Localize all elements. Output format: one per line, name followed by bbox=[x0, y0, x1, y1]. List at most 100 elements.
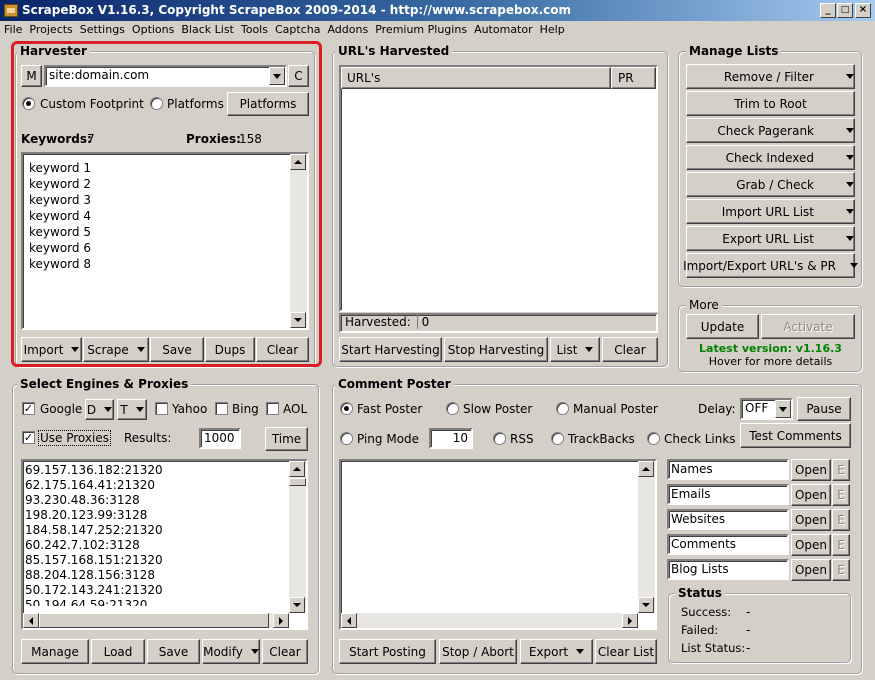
export-button[interactable]: Export bbox=[520, 639, 593, 664]
proxy-line: 93.230.48.36:3128 bbox=[25, 493, 140, 507]
bing-checkbox[interactable] bbox=[215, 402, 228, 415]
scroll-down-icon[interactable] bbox=[289, 597, 305, 613]
fast-poster-label: Fast Poster bbox=[357, 402, 423, 416]
proxies-scroll-thumb[interactable] bbox=[289, 478, 306, 486]
google-label: Google bbox=[40, 402, 83, 416]
remove-filter-label: Remove / Filter bbox=[723, 69, 814, 84]
google-t-dropdown[interactable]: T bbox=[117, 399, 147, 420]
scroll-right-icon[interactable] bbox=[622, 613, 638, 628]
proxies-hscroll-thumb[interactable] bbox=[39, 613, 269, 628]
menu-help[interactable]: Help bbox=[536, 21, 568, 36]
stop-harvesting-button[interactable]: Stop Harvesting bbox=[444, 337, 548, 362]
menu-file[interactable]: File bbox=[0, 21, 25, 36]
scroll-down-icon[interactable] bbox=[638, 597, 654, 613]
scroll-right-icon[interactable] bbox=[273, 613, 289, 628]
comments-open-button[interactable]: Open bbox=[791, 534, 831, 556]
time-button[interactable]: Time bbox=[265, 427, 308, 451]
load-button[interactable]: Load bbox=[91, 639, 145, 664]
export-url-list-button[interactable]: Export URL List bbox=[686, 226, 855, 251]
update-button[interactable]: Update bbox=[686, 314, 759, 339]
list-button[interactable]: List bbox=[550, 337, 600, 362]
proxies-save-button[interactable]: Save bbox=[147, 639, 200, 664]
url-column-header[interactable]: URL's bbox=[341, 67, 611, 89]
emails-edit-button[interactable]: E bbox=[832, 484, 850, 506]
menu-projects[interactable]: Projects bbox=[25, 21, 75, 36]
menu-options[interactable]: Options bbox=[128, 21, 177, 36]
menu-addons[interactable]: Addons bbox=[323, 21, 371, 36]
results-input[interactable]: 1000 bbox=[199, 428, 241, 449]
ping-count-value: 10 bbox=[452, 431, 468, 445]
comments-edit-button[interactable]: E bbox=[832, 534, 850, 556]
urls-clear-button[interactable]: Clear bbox=[602, 337, 658, 362]
slow-poster-radio[interactable] bbox=[446, 402, 459, 415]
close-button[interactable]: × bbox=[855, 3, 871, 18]
manage-button[interactable]: Manage bbox=[21, 639, 89, 664]
activate-button[interactable]: Activate bbox=[761, 314, 855, 339]
trim-to-root-button[interactable]: Trim to Root bbox=[686, 91, 855, 116]
pr-column-header[interactable]: PR bbox=[611, 67, 656, 89]
aol-checkbox[interactable] bbox=[266, 402, 279, 415]
grab-check-button[interactable]: Grab / Check bbox=[686, 172, 855, 197]
proxies-clear-button[interactable]: Clear bbox=[262, 639, 308, 664]
harvested-label: Harvested: bbox=[345, 315, 411, 329]
google-checkbox[interactable]: ✓ bbox=[22, 402, 35, 415]
blog-lists-file-field[interactable]: Blog Lists bbox=[667, 559, 789, 580]
import-export-pr-button[interactable]: Import/Export URL's & PR bbox=[683, 253, 855, 278]
grab-check-label: Grab / Check bbox=[736, 177, 814, 192]
scroll-left-icon[interactable] bbox=[23, 613, 39, 628]
start-posting-button[interactable]: Start Posting bbox=[339, 639, 436, 664]
poster-log-textarea[interactable] bbox=[339, 459, 657, 630]
minimize-button[interactable]: _ bbox=[820, 3, 836, 18]
pause-button[interactable]: Pause bbox=[797, 397, 851, 421]
menu-automator[interactable]: Automator bbox=[470, 21, 536, 36]
blog-lists-file-label: Blog Lists bbox=[671, 562, 729, 576]
import-url-list-button[interactable]: Import URL List bbox=[686, 199, 855, 224]
menu-settings[interactable]: Settings bbox=[76, 21, 128, 36]
scroll-up-icon[interactable] bbox=[289, 461, 305, 477]
proxies-textarea[interactable]: 69.157.136.182:21320 62.175.164.41:21320… bbox=[21, 459, 308, 630]
delay-dropdown-icon[interactable] bbox=[775, 400, 791, 418]
blog-lists-edit-button[interactable]: E bbox=[832, 559, 850, 581]
check-indexed-button[interactable]: Check Indexed bbox=[686, 145, 855, 170]
scroll-left-icon[interactable] bbox=[341, 613, 357, 628]
harvested-status: Harvested: 0 bbox=[339, 313, 658, 333]
emails-file-field[interactable]: Emails bbox=[667, 484, 789, 505]
fast-poster-radio[interactable] bbox=[340, 402, 353, 415]
proxy-line: 69.157.136.182:21320 bbox=[25, 463, 163, 477]
check-pagerank-button[interactable]: Check Pagerank bbox=[686, 118, 855, 143]
test-comments-button[interactable]: Test Comments bbox=[740, 423, 851, 448]
websites-file-field[interactable]: Websites bbox=[667, 509, 789, 530]
urls-list[interactable] bbox=[339, 65, 658, 312]
ping-mode-radio[interactable] bbox=[340, 432, 353, 445]
google-d-dropdown[interactable]: D bbox=[85, 399, 114, 420]
manual-poster-radio[interactable] bbox=[556, 402, 569, 415]
clear-list-button[interactable]: Clear List bbox=[595, 639, 657, 664]
menu-premium-plugins[interactable]: Premium Plugins bbox=[371, 21, 470, 36]
start-harvesting-button[interactable]: Start Harvesting bbox=[339, 337, 442, 362]
websites-open-button[interactable]: Open bbox=[791, 509, 831, 531]
names-edit-button[interactable]: E bbox=[832, 459, 850, 481]
use-proxies-checkbox[interactable]: ✓ bbox=[22, 431, 35, 444]
websites-edit-button[interactable]: E bbox=[832, 509, 850, 531]
menu-black-list[interactable]: Black List bbox=[177, 21, 237, 36]
scroll-up-icon[interactable] bbox=[638, 461, 654, 477]
menu-tools[interactable]: Tools bbox=[237, 21, 271, 36]
modify-button[interactable]: Modify bbox=[202, 639, 260, 664]
names-open-button[interactable]: Open bbox=[791, 459, 831, 481]
remove-filter-button[interactable]: Remove / Filter bbox=[686, 64, 855, 89]
check-links-radio[interactable] bbox=[647, 432, 660, 445]
stop-abort-button[interactable]: Stop / Abort bbox=[439, 639, 517, 664]
poster-hscrollbar[interactable] bbox=[341, 613, 638, 628]
trackbacks-radio[interactable] bbox=[551, 432, 564, 445]
maximize-button[interactable]: □ bbox=[837, 3, 853, 18]
ping-count-input[interactable]: 10 bbox=[429, 428, 473, 449]
blog-lists-open-button[interactable]: Open bbox=[791, 559, 831, 581]
rss-radio[interactable] bbox=[493, 432, 506, 445]
comments-file-field[interactable]: Comments bbox=[667, 534, 789, 555]
menu-captcha[interactable]: Captcha bbox=[271, 21, 323, 36]
emails-open-button[interactable]: Open bbox=[791, 484, 831, 506]
names-file-field[interactable]: Names bbox=[667, 459, 789, 480]
proxy-line: 198.20.123.99:3128 bbox=[25, 508, 148, 522]
yahoo-checkbox[interactable] bbox=[155, 402, 168, 415]
poster-vscrollbar[interactable] bbox=[638, 461, 655, 613]
